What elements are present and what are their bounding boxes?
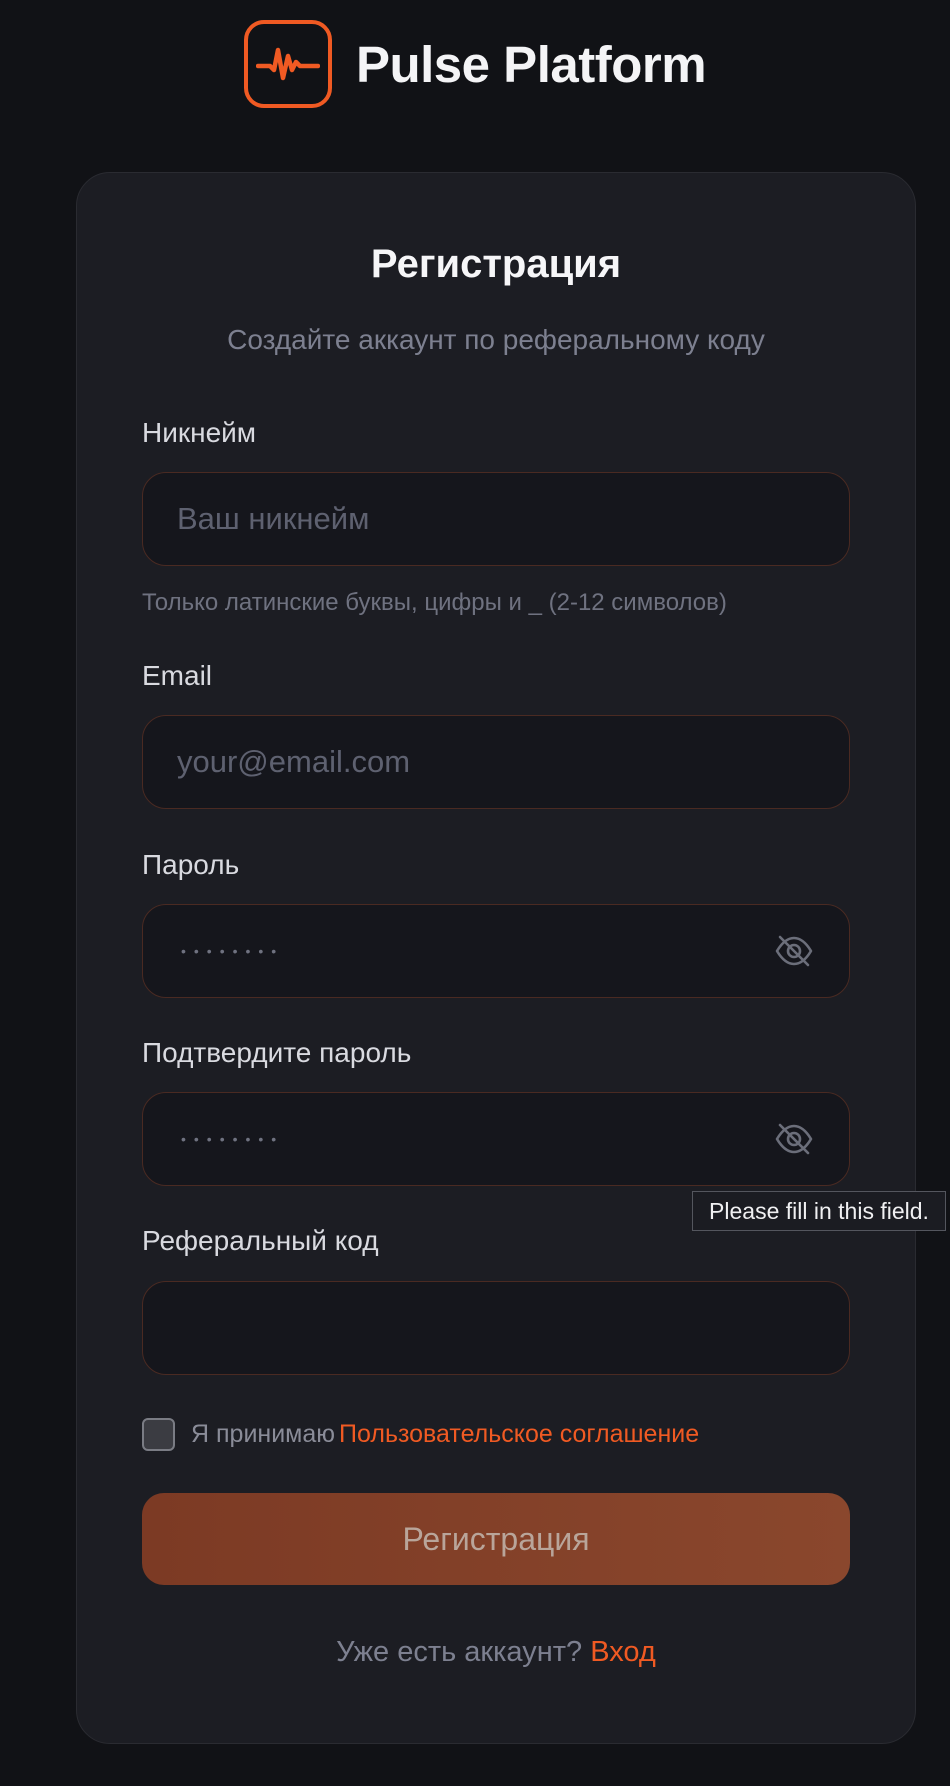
password-label: Пароль [142, 849, 240, 880]
referral-code-input[interactable] [177, 1310, 815, 1346]
register-button[interactable]: Регистрация [142, 1493, 850, 1585]
signin-link[interactable]: Вход [590, 1636, 656, 1668]
email-label: Email [142, 660, 213, 691]
password-field[interactable]: •••••••• [142, 904, 850, 998]
brand-header: Pulse Platform [0, 20, 950, 108]
eye-off-icon[interactable] [773, 1118, 815, 1160]
user-agreement-link[interactable]: Пользовательское соглашение [339, 1420, 699, 1448]
pulse-wave-icon [243, 20, 332, 108]
form-title: Регистрация [370, 242, 622, 286]
password-masked-value: •••••••• [181, 943, 285, 959]
agreement-checkbox[interactable] [142, 1418, 175, 1451]
registration-page: Pulse Platform Регистрация Создайте акка… [0, 0, 950, 1786]
nickname-hint: Только латинские буквы, цифры и _ (2-12 … [142, 589, 727, 616]
agreement-row: Я принимаю Пользовательское соглашение [142, 1418, 699, 1451]
nickname-input[interactable] [177, 501, 815, 537]
confirm-password-masked-value: •••••••• [181, 1131, 285, 1147]
agreement-text: Я принимаю Пользовательское соглашение [191, 1420, 700, 1448]
eye-off-icon[interactable] [773, 930, 815, 972]
form-subtitle: Создайте аккаунт по реферальному коду [227, 324, 765, 355]
nickname-field-wrapper [142, 472, 850, 566]
email-input[interactable] [177, 744, 815, 780]
referral-code-label: Реферальный код [142, 1225, 379, 1256]
nickname-label: Никнейм [142, 417, 257, 448]
signin-question: Уже есть аккаунт? [336, 1636, 583, 1668]
confirm-password-field[interactable]: •••••••• [142, 1092, 850, 1186]
confirm-password-label: Подтвердите пароль [142, 1037, 412, 1068]
validation-tooltip: Please fill in this field. [692, 1191, 946, 1231]
referral-field-wrapper [142, 1281, 850, 1375]
email-field-wrapper [142, 715, 850, 809]
signin-prompt: Уже есть аккаунт? Вход [76, 1636, 916, 1669]
brand-name: Pulse Platform [355, 35, 707, 93]
